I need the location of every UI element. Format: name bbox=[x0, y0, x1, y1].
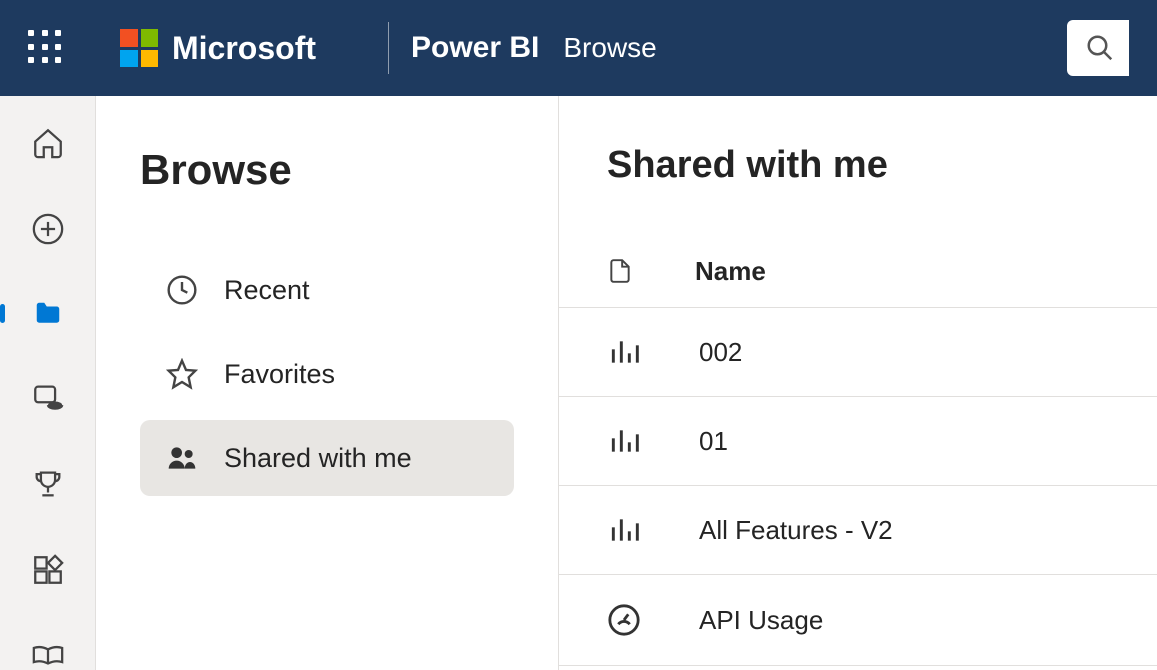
browse-panel: Browse Recent Favorites Shared with me bbox=[96, 96, 559, 670]
browse-item-label: Shared with me bbox=[224, 443, 412, 474]
rail-metrics[interactable] bbox=[0, 467, 96, 501]
left-rail bbox=[0, 96, 96, 670]
browse-item-label: Favorites bbox=[224, 359, 335, 390]
browse-item-recent[interactable]: Recent bbox=[140, 252, 514, 328]
table-header: Name bbox=[559, 235, 1157, 308]
rail-browse[interactable] bbox=[0, 298, 96, 329]
browse-panel-title: Browse bbox=[140, 146, 514, 194]
app-header: Microsoft Power BI Browse bbox=[0, 0, 1157, 96]
microsoft-brand-text: Microsoft bbox=[172, 30, 316, 67]
table-row[interactable]: API Usage bbox=[559, 575, 1157, 666]
rail-home[interactable] bbox=[0, 126, 96, 160]
folder-icon bbox=[31, 299, 65, 329]
column-header-name[interactable]: Name bbox=[695, 256, 766, 287]
microsoft-logo-icon bbox=[120, 29, 158, 67]
search-button[interactable] bbox=[1067, 20, 1129, 76]
rail-data-hub[interactable] bbox=[0, 381, 96, 415]
row-name: API Usage bbox=[699, 605, 823, 636]
rail-create[interactable] bbox=[0, 212, 96, 246]
microsoft-brand[interactable]: Microsoft bbox=[120, 29, 316, 67]
report-icon bbox=[607, 425, 641, 457]
table-row[interactable]: All Features - V2 bbox=[559, 486, 1157, 575]
browse-item-shared[interactable]: Shared with me bbox=[140, 420, 514, 496]
content-title: Shared with me bbox=[559, 144, 1157, 187]
search-icon bbox=[1085, 33, 1115, 63]
report-icon bbox=[607, 336, 641, 368]
row-name: All Features - V2 bbox=[699, 515, 893, 546]
dashboard-icon bbox=[607, 603, 641, 637]
content-area: Shared with me Name 002 bbox=[559, 96, 1157, 670]
table-row[interactable]: 01 bbox=[559, 397, 1157, 486]
report-icon bbox=[607, 514, 641, 546]
browse-item-label: Recent bbox=[224, 275, 310, 306]
app-name[interactable]: Power BI bbox=[411, 31, 539, 65]
header-divider bbox=[388, 22, 389, 74]
file-icon bbox=[607, 255, 633, 287]
rail-learn[interactable] bbox=[0, 639, 96, 670]
breadcrumb-context: Browse bbox=[563, 32, 656, 64]
browse-item-favorites[interactable]: Favorites bbox=[140, 336, 514, 412]
trophy-icon bbox=[31, 467, 65, 501]
plus-circle-icon bbox=[31, 212, 65, 246]
row-name: 002 bbox=[699, 337, 742, 368]
app-launcher-button[interactable] bbox=[28, 30, 64, 66]
home-icon bbox=[31, 126, 65, 160]
apps-icon bbox=[31, 553, 65, 587]
data-hub-icon bbox=[31, 381, 65, 415]
row-name: 01 bbox=[699, 426, 728, 457]
people-icon bbox=[166, 442, 198, 474]
star-icon bbox=[166, 358, 198, 390]
table-row[interactable]: 002 bbox=[559, 308, 1157, 397]
clock-icon bbox=[166, 274, 198, 306]
book-icon bbox=[31, 645, 65, 665]
rail-apps[interactable] bbox=[0, 553, 96, 587]
